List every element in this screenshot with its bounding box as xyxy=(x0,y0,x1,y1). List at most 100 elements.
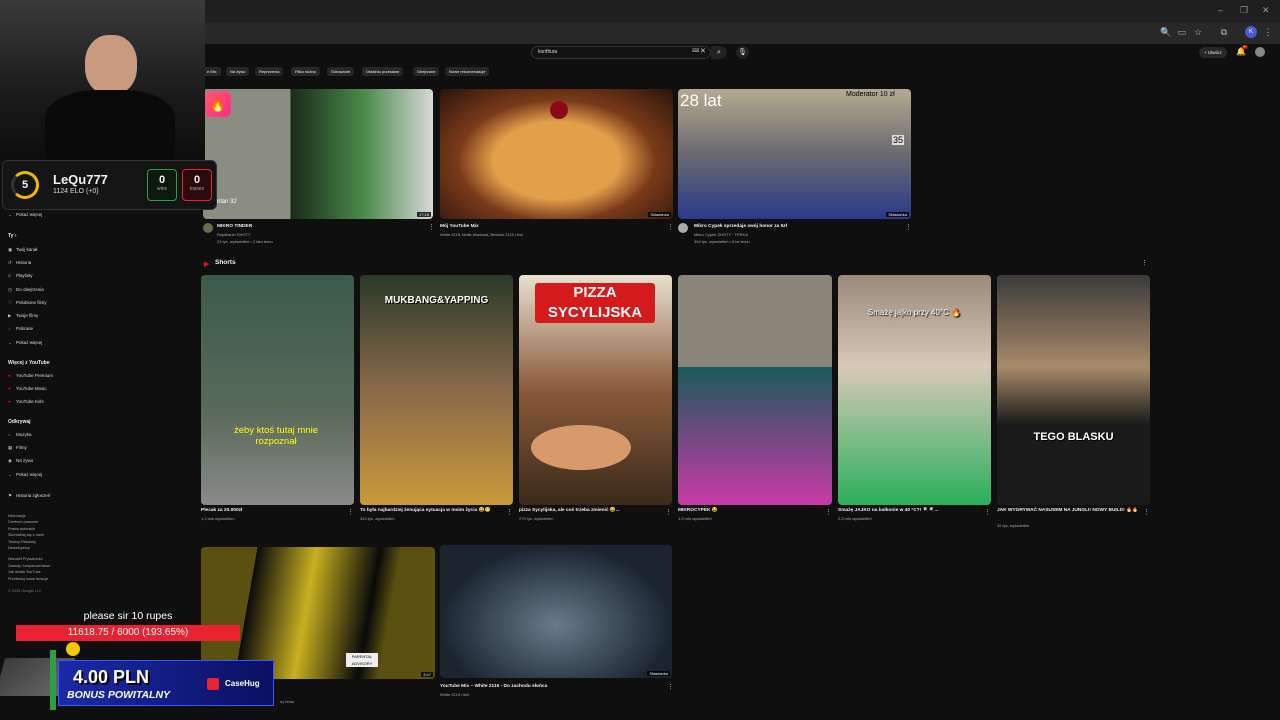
chip-new-recommendations[interactable]: Nowe rekomendacje xyxy=(445,67,490,76)
short-title[interactable]: MIKROCYPEK 😂 xyxy=(678,508,718,513)
thumbnail-overlay-text: Moderator 10 zł xyxy=(846,91,895,98)
chip-recently-uploaded[interactable]: Ostatnio przesłane xyxy=(362,67,404,76)
sidebar-item-yt-music[interactable]: ● YouTube Music xyxy=(8,386,47,391)
footer-link[interactable]: Deweloperzy xyxy=(8,546,30,550)
zoom-icon[interactable]: 🔍 xyxy=(1160,26,1172,38)
more-options-icon[interactable]: ⋮ xyxy=(665,508,672,516)
video-channel[interactable]: White 2115 i inni xyxy=(440,692,469,697)
chip-reprezenia[interactable]: Reprezenia xyxy=(255,67,284,76)
search-input[interactable]: konfitura xyxy=(531,46,711,59)
close-icon[interactable]: ✕ xyxy=(1262,5,1270,16)
short-thumbnail[interactable]: żeby ktoś tutaj mnie rozpoznał xyxy=(201,275,354,505)
sidebar-item-your-videos[interactable]: ▶ Twoje filmy xyxy=(8,313,38,319)
sidebar-you-heading[interactable]: Ty › xyxy=(8,233,17,239)
voice-search-button[interactable]: 🎙 xyxy=(736,46,749,59)
streamer-webcam xyxy=(0,0,205,160)
sidebar-item-report-history[interactable]: ⚑ Historia zgłoszeń xyxy=(8,493,50,499)
video-title[interactable]: Mikro Cypek sprzedaje swój honor za 5zł xyxy=(694,224,787,229)
sidebar-item-your-channel[interactable]: ▣ Twój kanał xyxy=(8,247,37,253)
more-options-icon[interactable]: ⋮ xyxy=(347,508,354,516)
minimize-icon[interactable]: – xyxy=(1218,5,1223,15)
sidebar-item-live[interactable]: ◉ Na żywo xyxy=(8,458,33,464)
footer-link[interactable]: Zasady i bezpieczeństwo xyxy=(8,564,50,568)
short-title[interactable]: To była najbardziej żenująca sytuacja w … xyxy=(360,508,491,513)
video-thumbnail[interactable]: 28 lat Moderator 10 zł 35 Składanka xyxy=(678,89,911,219)
footer-link[interactable]: Skontaktuj się z nami xyxy=(8,533,44,537)
sidebar-item-music[interactable]: ♪ Muzyka xyxy=(8,432,32,437)
chip-watched[interactable]: Obejrzane xyxy=(413,67,440,76)
footer-link[interactable]: Centrum prasowe xyxy=(8,520,38,524)
video-meta: ny temu xyxy=(280,699,295,704)
short-title[interactable]: pizza Sycylijska, ale coś trzeba zmienić… xyxy=(519,508,620,513)
video-channel[interactable]: Mikro Cypek SHOTY · TERKA xyxy=(694,232,748,237)
more-options-icon[interactable]: ⋮ xyxy=(428,223,435,231)
sidebar-item-watch-later[interactable]: ◷ Do obejrzenia xyxy=(8,287,44,293)
sidebar-item-yt-kids[interactable]: ● YouTube Kids xyxy=(8,399,44,404)
restore-icon[interactable]: ❐ xyxy=(1240,5,1248,16)
browser-menu-icon[interactable]: ⋮ xyxy=(1262,26,1274,38)
sidebar-item-show-more-you[interactable]: ⌄ Pokaż więcej xyxy=(8,340,42,346)
video-thumbnail[interactable]: 🔥 orlan 32 17:18 xyxy=(203,89,433,219)
chevron-down-icon: ⌄ xyxy=(8,340,12,345)
sidebar-explore-heading: Odkrywaj xyxy=(8,419,31,425)
streamer-face xyxy=(85,35,137,95)
footer-link[interactable]: Informacje xyxy=(8,514,26,518)
extensions-icon[interactable]: ⧉ xyxy=(1218,26,1230,38)
video-channel[interactable]: White 2115, Malik Montana, Bedoes 2115 i… xyxy=(440,232,523,237)
chip-cooking[interactable]: Gotowanie xyxy=(327,67,355,76)
video-title[interactable]: MIKRO TINDER xyxy=(217,224,252,229)
more-options-icon[interactable]: ⋮ xyxy=(667,683,674,691)
more-options-icon[interactable]: ⋮ xyxy=(667,223,674,231)
account-avatar[interactable] xyxy=(1255,47,1265,57)
sidebar-item-yt-premium[interactable]: ● YouTube Premium xyxy=(8,373,53,378)
video-channel[interactable]: Reptilianin SHOTY xyxy=(217,232,251,237)
duration-badge: 3:47 xyxy=(421,672,433,677)
short-thumbnail[interactable] xyxy=(678,275,832,505)
short-title[interactable]: Smażę JAJKO na balkonie w 40 °C?! 🍳🍳... xyxy=(838,508,939,513)
tinder-flame-icon: 🔥 xyxy=(205,91,231,117)
footer-link[interactable]: Przetestuj nowe funkcje xyxy=(8,577,48,581)
sidebar-show-more[interactable]: ⌄ Pokaż więcej xyxy=(8,212,42,218)
sidebar-item-downloads[interactable]: ↓ Pobrane xyxy=(8,326,33,331)
losses-label: losses xyxy=(189,186,205,192)
sidebar-item-liked[interactable]: ♡ Polubione filmy xyxy=(8,300,47,306)
more-options-icon[interactable]: ⋮ xyxy=(825,508,832,516)
bookmark-star-icon[interactable]: ☆ xyxy=(1192,26,1204,38)
short-title[interactable]: JAK WYGRYWAĆ NASUSEM NA JUNGLI! NOWY BUI… xyxy=(997,508,1138,513)
video-thumbnail[interactable]: Składanka xyxy=(440,545,672,678)
sidebar-item-films[interactable]: ▦ Filmy xyxy=(8,445,27,451)
chip-mix[interactable]: e Mix xyxy=(203,67,221,76)
footer-link[interactable]: Twórcy Reklamy xyxy=(8,540,36,544)
keyboard-icon[interactable]: ⌨ xyxy=(692,48,699,54)
more-options-icon[interactable]: ⋮ xyxy=(1143,508,1150,516)
footer-link[interactable]: Warunki Prywatność xyxy=(8,557,42,561)
more-options-icon[interactable]: ⋮ xyxy=(905,223,912,231)
short-title[interactable]: Plecak za 20.000zł xyxy=(201,508,242,513)
video-thumbnail[interactable]: Składanka xyxy=(440,89,673,219)
clear-search-icon[interactable]: ✕ xyxy=(700,47,706,55)
short-thumbnail[interactable]: MUKBANG&YAPPING xyxy=(360,275,513,505)
video-title[interactable]: Mój YouTube Mix xyxy=(440,224,479,229)
sidebar-item-playlists[interactable]: ≡ Playlisty xyxy=(8,273,33,278)
shorts-more-options-icon[interactable]: ⋮ xyxy=(1141,259,1148,267)
short-thumbnail[interactable]: TEGO BLASKU xyxy=(997,275,1150,505)
short-thumbnail[interactable]: PIZZA SYCYLIJSKA xyxy=(519,275,672,505)
chip-live[interactable]: Na żywo xyxy=(226,67,250,76)
cast-icon[interactable]: ▭ xyxy=(1176,26,1188,38)
video-title[interactable]: YouTube Mix – White 2115 - Do zachodu sł… xyxy=(440,684,547,689)
short-thumbnail[interactable]: Smażę jajko przy 40°C 🔥 xyxy=(838,275,991,505)
donation-goal: please sir 10 rupes 11618.75 / 6000 (193… xyxy=(16,610,240,642)
sidebar-item-show-more-explore[interactable]: ⌄ Pokaż więcej xyxy=(8,472,42,478)
channel-avatar[interactable] xyxy=(203,223,213,233)
channel-avatar[interactable] xyxy=(678,223,688,233)
sidebar-item-history[interactable]: ↺ Historia xyxy=(8,260,31,266)
create-button[interactable]: + Utwórz xyxy=(1199,47,1227,58)
search-button[interactable]: ⌕ xyxy=(711,46,727,59)
more-options-icon[interactable]: ⋮ xyxy=(984,508,991,516)
more-options-icon[interactable]: ⋮ xyxy=(506,508,513,516)
profile-avatar[interactable]: K xyxy=(1245,26,1257,38)
footer-link[interactable]: Prawa autorskie xyxy=(8,527,35,531)
thumbnail-overlay-text: 28 lat xyxy=(680,91,722,110)
chip-football[interactable]: Piłka nożna xyxy=(291,67,320,76)
footer-link[interactable]: Jak działa YouTube xyxy=(8,570,41,574)
